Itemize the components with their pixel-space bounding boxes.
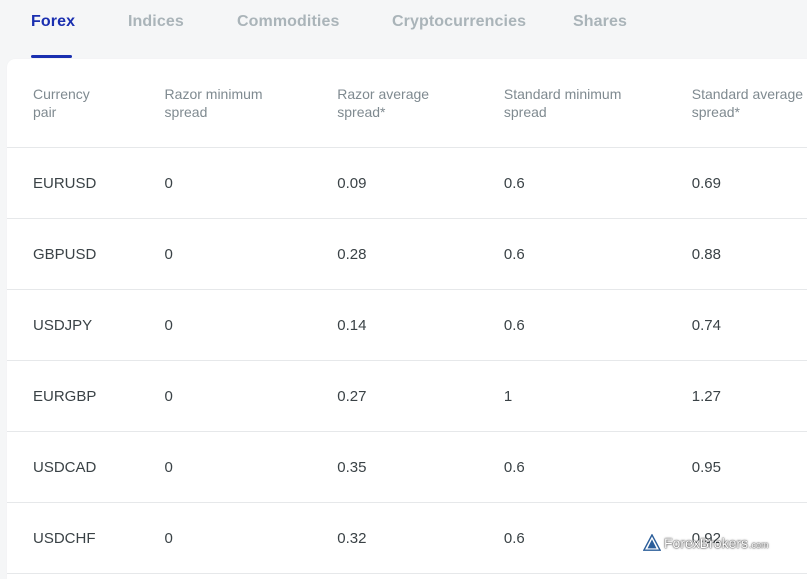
watermark-brand: ForexBrokers (664, 535, 749, 551)
watermark-suffix: .com (749, 540, 769, 550)
cell-standard-minimum: 0.6 (503, 431, 692, 503)
cell-currency-pair: USDCAD (7, 431, 165, 503)
table-row: USDJPY 0 0.14 0.6 0.74 (7, 289, 807, 361)
cell-currency-pair: GBPUSD (7, 218, 165, 290)
header-line: spread (164, 104, 208, 120)
spreads-table: Currency pair Razor minimum spread Razor a… (7, 59, 807, 574)
table-row: EURGBP 0 0.27 1 1.27 (7, 360, 807, 432)
table-header-row: Currency pair Razor minimum spread Razor a… (7, 59, 807, 148)
header-line: Razor average (337, 86, 430, 102)
header-line: spread (503, 104, 547, 120)
cell-razor-average: 0.09 (337, 147, 504, 219)
tab-forex[interactable]: Forex (31, 13, 75, 31)
cell-razor-minimum: 0 (164, 289, 338, 361)
header-razor-average-spread: Razor average spread* (337, 59, 504, 148)
cell-standard-average: 1.27 (691, 360, 807, 432)
table-row: USDCAD 0 0.35 0.6 0.95 (7, 431, 807, 503)
cell-razor-average: 0.32 (337, 502, 504, 574)
table-row: GBPUSD 0 0.28 0.6 0.88 (7, 218, 807, 290)
header-razor-minimum-spread: Razor minimum spread (164, 59, 338, 148)
header-line: spread* (337, 104, 386, 120)
header-line: Standard average (691, 86, 804, 102)
asset-class-tabs: Forex Indices Commodities Cryptocurrenci… (0, 0, 807, 58)
tab-shares[interactable]: Shares (573, 13, 627, 31)
forexbrokers-watermark: ForexBrokers .com (643, 534, 769, 552)
cell-standard-minimum: 0.6 (503, 218, 692, 290)
cell-standard-minimum: 0.6 (503, 289, 692, 361)
header-standard-minimum-spread: Standard minimum spread (503, 59, 692, 148)
cell-razor-minimum: 0 (164, 502, 338, 574)
cell-standard-minimum: 0.6 (503, 147, 692, 219)
tab-commodities[interactable]: Commodities (237, 13, 339, 31)
cell-currency-pair: USDJPY (7, 289, 165, 361)
header-line: Currency (33, 86, 90, 102)
header-standard-average-spread: Standard average spread* (691, 59, 807, 148)
cell-razor-average: 0.28 (337, 218, 504, 290)
header-line: pair (33, 104, 57, 120)
cell-standard-minimum: 1 (503, 360, 692, 432)
header-currency-pair: Currency pair (7, 59, 165, 148)
cell-standard-average: 0.88 (691, 218, 807, 290)
cell-razor-average: 0.14 (337, 289, 504, 361)
cell-currency-pair: EURGBP (7, 360, 165, 432)
cell-currency-pair: EURUSD (7, 147, 165, 219)
header-line: Standard minimum (503, 86, 622, 102)
cell-currency-pair: USDCHF (7, 502, 165, 574)
header-line: spread* (691, 104, 740, 120)
header-line: Razor minimum (164, 86, 263, 102)
active-tab-indicator (31, 55, 72, 58)
cell-razor-minimum: 0 (164, 431, 338, 503)
forexbrokers-logo-icon (643, 534, 661, 551)
cell-razor-minimum: 0 (164, 147, 338, 219)
cell-razor-average: 0.27 (337, 360, 504, 432)
cell-standard-average: 0.69 (691, 147, 807, 219)
cell-razor-minimum: 0 (164, 360, 338, 432)
cell-razor-average: 0.35 (337, 431, 504, 503)
spreads-card: Currency pair Razor minimum spread Razor a… (7, 59, 807, 579)
cell-standard-average: 0.95 (691, 431, 807, 503)
tab-cryptocurrencies[interactable]: Cryptocurrencies (392, 13, 526, 31)
cell-standard-average: 0.74 (691, 289, 807, 361)
tab-indices[interactable]: Indices (128, 13, 184, 31)
table-row: EURUSD 0 0.09 0.6 0.69 (7, 147, 807, 219)
cell-razor-minimum: 0 (164, 218, 338, 290)
